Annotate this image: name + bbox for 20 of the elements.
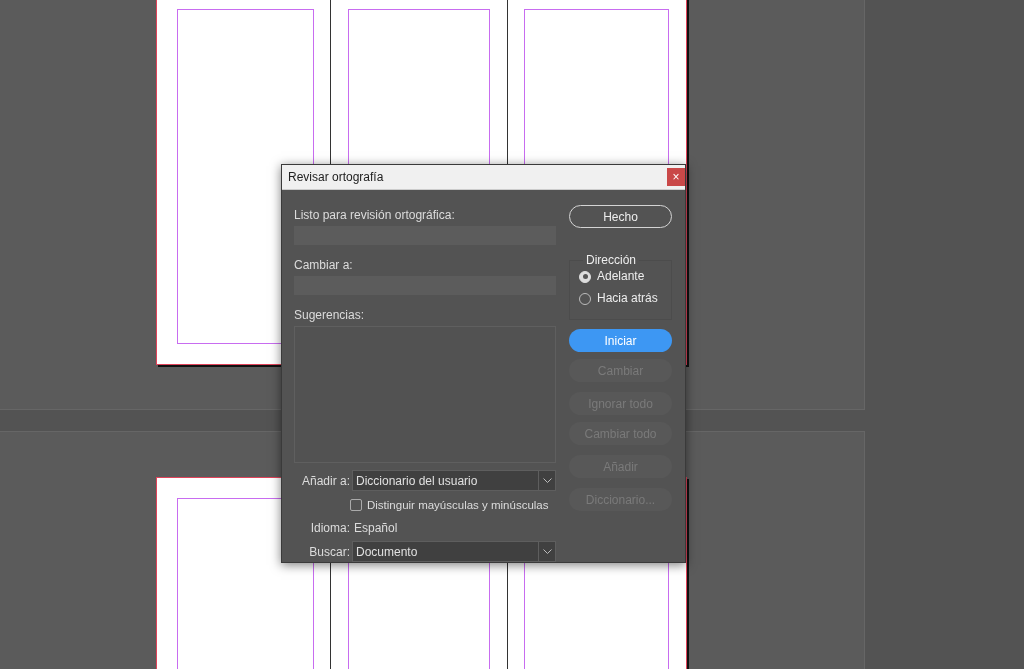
field-label: Sugerencias:: [294, 308, 366, 323]
radio-button[interactable]: [579, 270, 591, 283]
radio-option[interactable]: Adelante: [579, 269, 671, 284]
chevron-down-icon: [542, 478, 552, 483]
field-label: Listo para revisión ortográfica:: [294, 208, 456, 223]
close-button[interactable]: ×: [667, 168, 685, 186]
case-checkbox[interactable]: Distinguir mayúsculas y minúsculas: [294, 499, 556, 511]
dictionary-dropdown[interactable]: Diccionario del usuario: [352, 470, 556, 491]
field-label: Añadir a:: [300, 473, 350, 488]
field-label: Idioma:: [309, 521, 350, 535]
field-label: Buscar:: [308, 544, 350, 559]
window-title: Revisar ortografía: [288, 170, 384, 184]
chevron-down-icon: [542, 549, 552, 554]
radio-option[interactable]: Hacia atrás: [579, 291, 671, 306]
group-label: Dirección: [583, 253, 639, 267]
field-label: Cambiar a:: [294, 258, 354, 273]
checkbox[interactable]: [350, 499, 362, 511]
action-button[interactable]: Iniciar: [569, 329, 672, 352]
search-dropdown[interactable]: Documento: [352, 541, 556, 562]
language-value: Español: [354, 521, 398, 535]
